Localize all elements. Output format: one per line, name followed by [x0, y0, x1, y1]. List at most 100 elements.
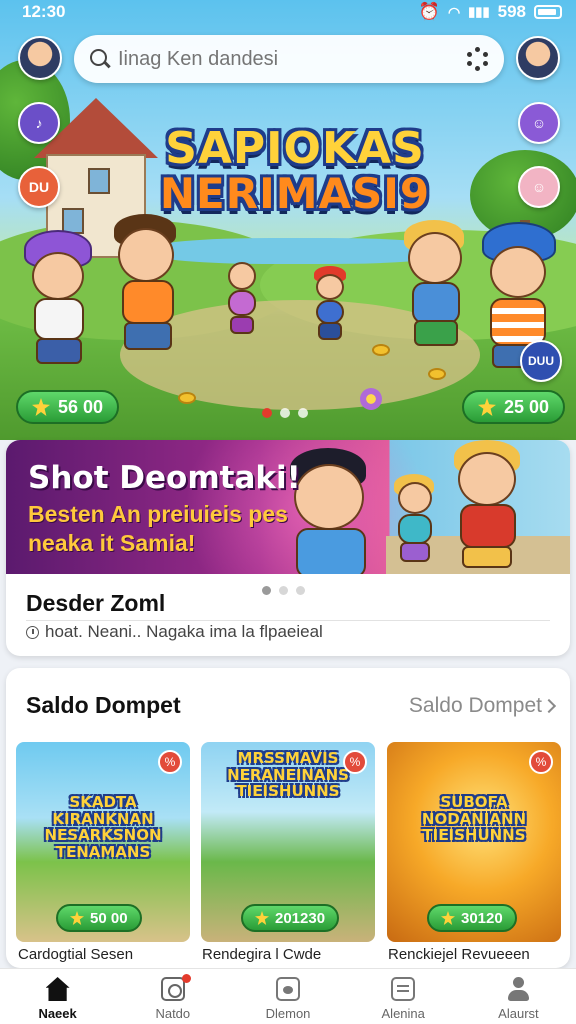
- kid-character-blonde-overalls: [398, 220, 478, 360]
- house-window: [88, 168, 110, 194]
- battery-icon: [534, 5, 562, 19]
- promo-description-row: hoat. Neani.. Nagaka ima la flpaeieal: [26, 622, 323, 642]
- game-card-art-title: SKADTA KIRANKNAN NESARKSNON TENAMANS: [44, 793, 162, 861]
- promo-banner[interactable]: Shot Deomtaki! Besten An preiuieis pes n…: [6, 440, 570, 574]
- list-icon: [391, 977, 416, 1001]
- nav-item-games[interactable]: Dlemon: [230, 969, 345, 1024]
- kid-character-small-red-cap: [308, 266, 352, 346]
- coin-decoration: [372, 344, 390, 356]
- reward-amount: 56 00: [58, 396, 104, 417]
- wallet-see-all-label: Saldo Dompet: [408, 694, 542, 717]
- chat-badge-label: DU: [28, 179, 50, 195]
- status-icons: ⏰ ◠ ▮▮▮ 598: [419, 2, 562, 22]
- more-options-icon[interactable]: [466, 47, 490, 71]
- hero-title-line2: NERIMASI9: [159, 169, 431, 219]
- kid-character-orange-shirt: [108, 214, 188, 364]
- star-icon: [32, 398, 50, 416]
- kid-character-purple-helmet: [20, 230, 100, 380]
- carousel-dot[interactable]: [279, 586, 288, 595]
- divider: [26, 620, 550, 621]
- promo-carousel-indicator[interactable]: [262, 586, 305, 595]
- game-card-name[interactable]: Renckiejel Revueeen: [388, 946, 530, 963]
- star-icon: [70, 911, 84, 925]
- nav-item-list[interactable]: Alenina: [346, 969, 461, 1024]
- hero-title-line1: SAPIOKAS: [165, 123, 425, 174]
- sale-badge-icon: %: [529, 750, 553, 774]
- clock-icon: [26, 625, 39, 639]
- promo-heading: Desder Zoml: [26, 590, 166, 616]
- nav-label: Dlemon: [265, 1006, 311, 1021]
- signal-icon: ▮▮▮: [468, 4, 490, 19]
- bonus-badge-label: DUU: [528, 354, 554, 368]
- coin-decoration: [428, 368, 446, 380]
- promo-subtitle: Besten An preiuieis pes neaka it Samia!: [28, 501, 288, 556]
- nav-item-home[interactable]: Naeek: [0, 969, 115, 1024]
- promo-kid-blonde: [446, 440, 536, 574]
- game-card-price[interactable]: 30120: [427, 904, 517, 932]
- nav-label: Naeek: [38, 1006, 77, 1021]
- home-icon: [45, 977, 70, 1001]
- friend-avatar-right-1[interactable]: ☺: [518, 102, 560, 144]
- target-icon: [160, 977, 185, 1001]
- search-bar[interactable]: [74, 35, 504, 83]
- star-icon: [478, 398, 496, 416]
- star-icon: [441, 911, 455, 925]
- carousel-dot[interactable]: [296, 586, 305, 595]
- game-card-price[interactable]: 50 00: [56, 904, 142, 932]
- nav-item-target[interactable]: Natdo: [115, 969, 230, 1024]
- wallet-section: Saldo Dompet Saldo Dompet SKADTA KIRANKN…: [6, 668, 570, 968]
- game-card-price[interactable]: 201230: [241, 904, 340, 932]
- game-icon: [276, 977, 300, 1001]
- carousel-dot[interactable]: [298, 408, 308, 418]
- promo-description: hoat. Neani.. Nagaka ima la flpaeieal: [45, 622, 323, 641]
- user-icon: [506, 977, 530, 1001]
- carousel-dot-active[interactable]: [262, 586, 271, 595]
- hero-title-art: SAPIOKAS NERIMASI9: [150, 123, 440, 219]
- alarm-icon: ⏰: [418, 2, 440, 21]
- reward-amount: 25 00: [504, 396, 550, 417]
- reward-pill-right[interactable]: 25 00: [462, 390, 566, 424]
- battery-level: 598: [497, 2, 526, 21]
- promo-card[interactable]: Shot Deomtaki! Besten An preiuieis pes n…: [6, 440, 570, 656]
- search-icon: [90, 49, 110, 69]
- game-price: 50 00: [90, 909, 128, 927]
- status-bar: 12:30 ⏰ ◠ ▮▮▮ 598: [0, 0, 576, 26]
- search-input[interactable]: [118, 47, 458, 71]
- game-card-2[interactable]: MRSSMAVIS NERANEINANS TIEISHUNNS % 20123…: [201, 742, 375, 942]
- sale-badge-icon: %: [158, 750, 182, 774]
- kid-character-small-pink: [220, 262, 264, 342]
- game-card-art-title: SUBOFA NODANIANN TIEISHUNNS: [421, 793, 527, 844]
- nav-item-profile[interactable]: Alaurst: [461, 969, 576, 1024]
- reward-pill-left[interactable]: 56 00: [16, 390, 120, 424]
- chat-badge-button[interactable]: DU: [18, 166, 60, 208]
- bottom-navigation: Naeek Natdo Dlemon Alenina Alaurst: [0, 968, 576, 1024]
- nav-label: Alaurst: [498, 1006, 539, 1021]
- wallet-section-title: Saldo Dompet: [26, 692, 181, 718]
- flower-decoration: [360, 388, 382, 410]
- wifi-icon: ◠: [447, 3, 461, 20]
- chevron-right-icon: [541, 698, 557, 714]
- wallet-see-all-link[interactable]: Saldo Dompet: [408, 694, 557, 718]
- friend-avatar[interactable]: [516, 36, 560, 80]
- carousel-dot-active[interactable]: [262, 408, 272, 418]
- promo-title: Shot Deomtaki!: [28, 460, 301, 496]
- nav-label: Alenina: [381, 1006, 425, 1021]
- game-card-3[interactable]: SUBOFA NODANIANN TIEISHUNNS % 30120: [387, 742, 561, 942]
- music-icon[interactable]: ♪: [18, 102, 60, 144]
- game-card-name[interactable]: Cardogtial Sesen: [18, 946, 133, 963]
- hero-carousel-indicator[interactable]: [262, 408, 308, 418]
- game-card-1[interactable]: SKADTA KIRANKNAN NESARKSNON TENAMANS % 5…: [16, 742, 190, 942]
- notification-dot: [182, 974, 191, 983]
- status-time: 12:30: [22, 2, 66, 21]
- carousel-dot[interactable]: [280, 408, 290, 418]
- friend-avatar-right-2[interactable]: ☺: [518, 166, 560, 208]
- profile-avatar[interactable]: [18, 36, 62, 80]
- nav-label: Natdo: [155, 1006, 191, 1021]
- promo-kid-small: [390, 474, 440, 574]
- sale-badge-icon: %: [343, 750, 367, 774]
- game-card-name[interactable]: Rendegira l Cwde: [202, 946, 321, 963]
- game-price: 30120: [461, 909, 503, 927]
- bonus-badge-button[interactable]: DUU: [520, 340, 562, 382]
- star-icon: [255, 911, 269, 925]
- coin-decoration: [178, 392, 196, 404]
